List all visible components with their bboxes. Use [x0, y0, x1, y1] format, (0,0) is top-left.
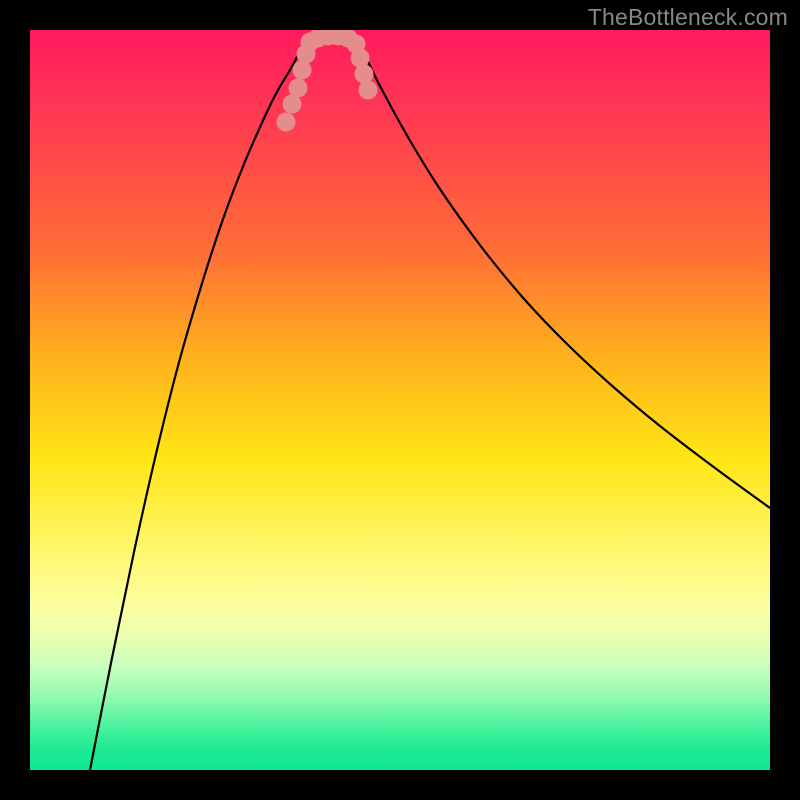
right-curve — [358, 42, 770, 508]
curve-layer — [30, 30, 770, 770]
marker-dot — [351, 49, 370, 68]
plot-area — [30, 30, 770, 770]
bottom-markers — [277, 30, 378, 132]
marker-dot — [277, 113, 296, 132]
marker-dot — [293, 61, 312, 80]
chart-frame: TheBottleneck.com — [0, 0, 800, 800]
marker-dot — [359, 81, 378, 100]
watermark-text: TheBottleneck.com — [588, 4, 788, 31]
left-curve — [90, 42, 304, 770]
marker-dot — [355, 65, 374, 84]
marker-dot — [289, 79, 308, 98]
